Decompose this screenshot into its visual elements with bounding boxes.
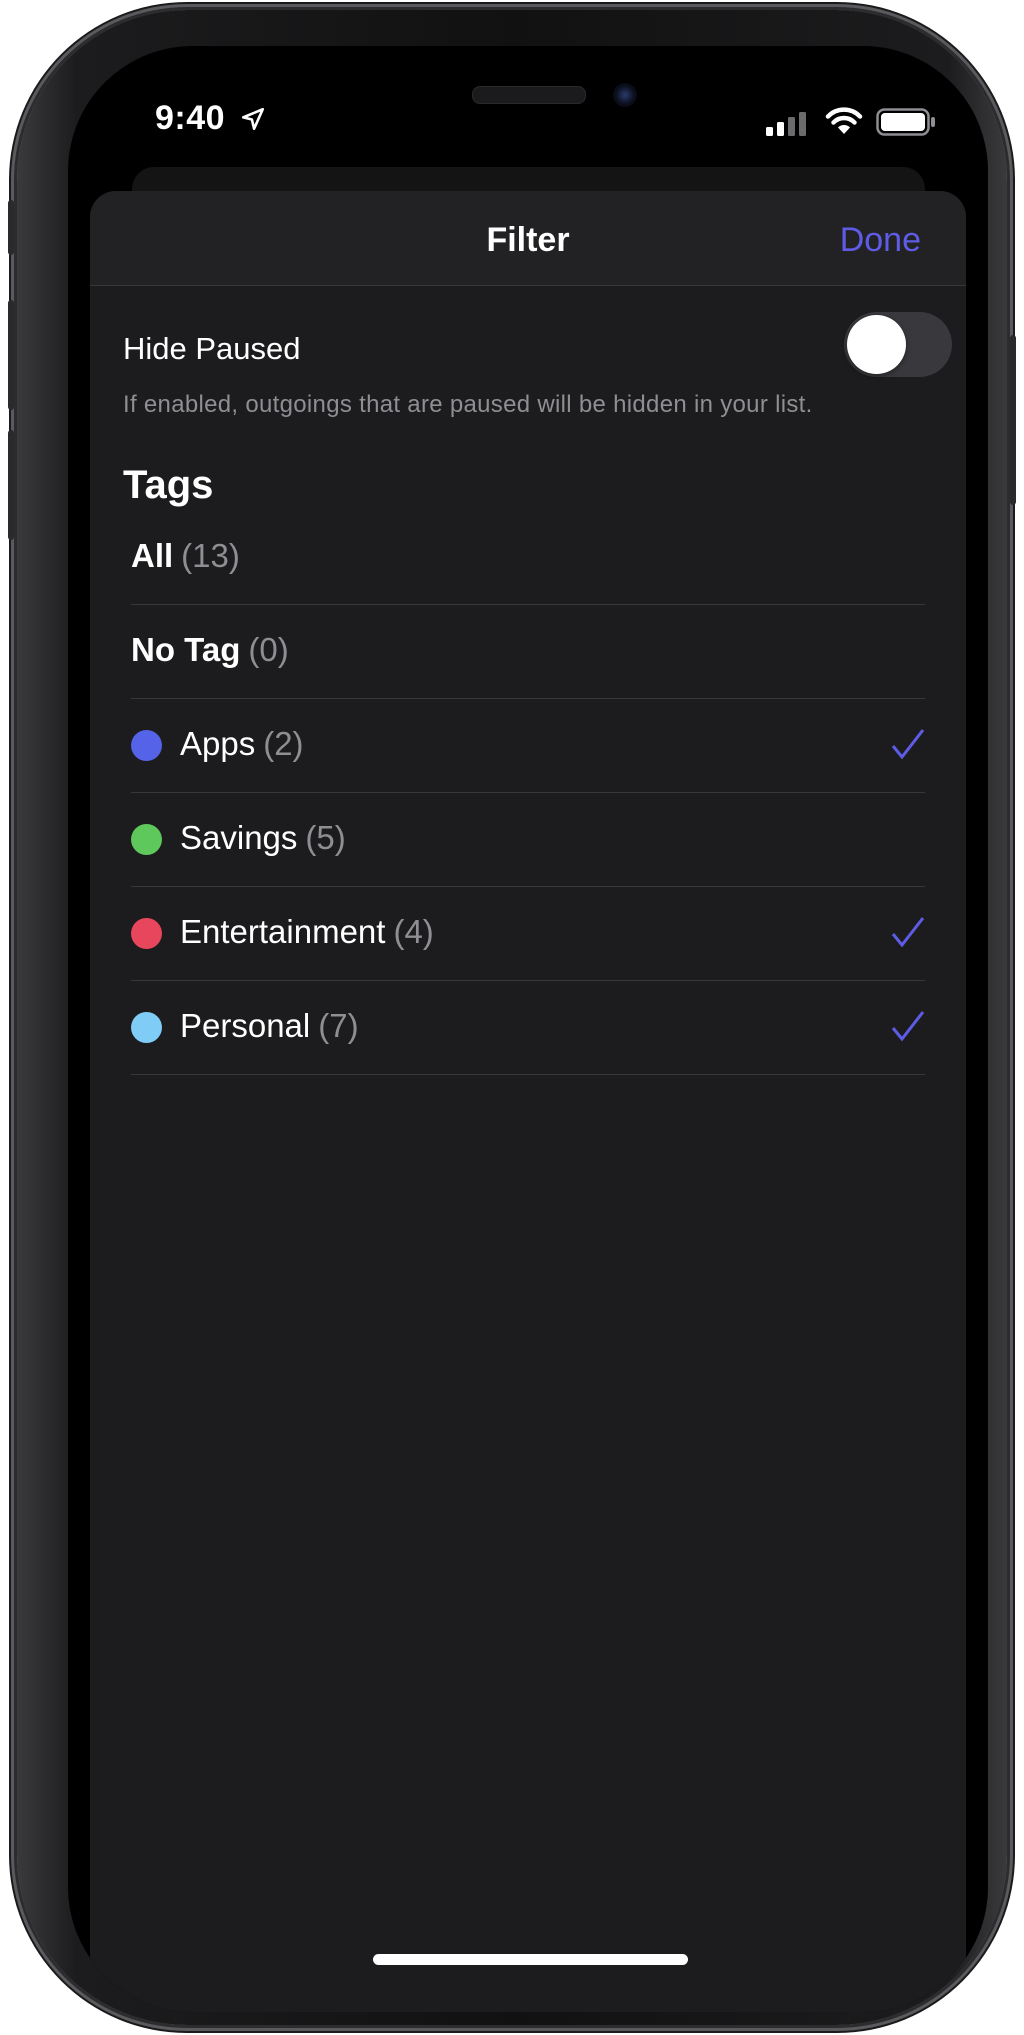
tag-count: (4) xyxy=(393,913,434,950)
checkmark-icon xyxy=(891,1011,925,1042)
tag-name: Entertainment xyxy=(180,913,386,950)
tag-row-text: Apps (2) xyxy=(180,725,304,763)
tag-list: All(13) No Tag(0) Apps(2) Savings(5) xyxy=(131,511,925,1075)
tag-row-savings[interactable]: Savings (5) xyxy=(131,793,925,887)
tag-count: (2) xyxy=(263,725,304,762)
location-arrow-icon xyxy=(241,107,265,131)
volume-up-button xyxy=(8,300,14,410)
tag-count: (7) xyxy=(318,1007,359,1044)
tag-color-dot xyxy=(131,918,162,949)
tag-name: No Tag xyxy=(131,631,241,668)
screen: 9:40 Filter Done Hide Paused If enabled,… xyxy=(68,46,988,2012)
tag-name: Personal xyxy=(180,1007,311,1044)
hide-paused-hint: If enabled, outgoings that are paused wi… xyxy=(123,391,813,418)
power-button xyxy=(1010,335,1016,505)
phone-frame: 9:40 Filter Done Hide Paused If enabled,… xyxy=(8,10,1016,2025)
front-camera xyxy=(613,83,637,107)
tag-color-dot xyxy=(131,1012,162,1043)
hide-paused-label: Hide Paused xyxy=(123,331,301,366)
tag-color-dot xyxy=(131,730,162,761)
tag-row-text: Entertainment (4) xyxy=(180,913,434,951)
tag-count: (13) xyxy=(181,537,240,574)
checkmark-icon xyxy=(891,729,925,760)
tag-row-entertainment[interactable]: Entertainment (4) xyxy=(131,887,925,981)
mute-switch xyxy=(8,200,14,255)
tag-row-text: All (13) xyxy=(131,537,240,575)
tag-row-text: Savings (5) xyxy=(180,819,346,857)
toggle-knob xyxy=(847,315,906,374)
page-title: Filter xyxy=(486,221,570,259)
tag-row-personal[interactable]: Personal (7) xyxy=(131,981,925,1075)
status-bar: 9:40 xyxy=(68,46,988,186)
tag-count: (5) xyxy=(305,819,346,856)
tag-name: Savings xyxy=(180,819,298,856)
done-button[interactable]: Done xyxy=(840,221,921,260)
tag-name: Apps xyxy=(180,725,256,762)
home-indicator[interactable] xyxy=(373,1954,688,1965)
status-time: 9:40 xyxy=(155,99,226,137)
hide-paused-toggle[interactable] xyxy=(844,312,952,377)
wifi-icon xyxy=(825,107,863,134)
tag-color-dot xyxy=(131,824,162,855)
volume-down-button xyxy=(8,430,14,540)
tags-section-title: Tags xyxy=(123,463,214,507)
tag-name: All xyxy=(131,537,174,574)
tag-row-apps[interactable]: Apps (2) xyxy=(131,699,925,793)
cellular-signal-icon xyxy=(766,112,806,136)
tag-row-no-tag[interactable]: No Tag (0) xyxy=(131,605,925,699)
tag-count: (0) xyxy=(248,631,289,668)
earpiece-speaker xyxy=(472,86,586,104)
checkmark-icon xyxy=(891,917,925,948)
tag-row-text: Personal (7) xyxy=(180,1007,359,1045)
nav-bar: Filter Done xyxy=(90,191,966,286)
battery-icon xyxy=(876,108,935,136)
tag-row-all[interactable]: All (13) xyxy=(131,511,925,605)
tag-row-text: No Tag (0) xyxy=(131,631,289,669)
filter-sheet: Filter Done Hide Paused If enabled, outg… xyxy=(90,191,966,2012)
